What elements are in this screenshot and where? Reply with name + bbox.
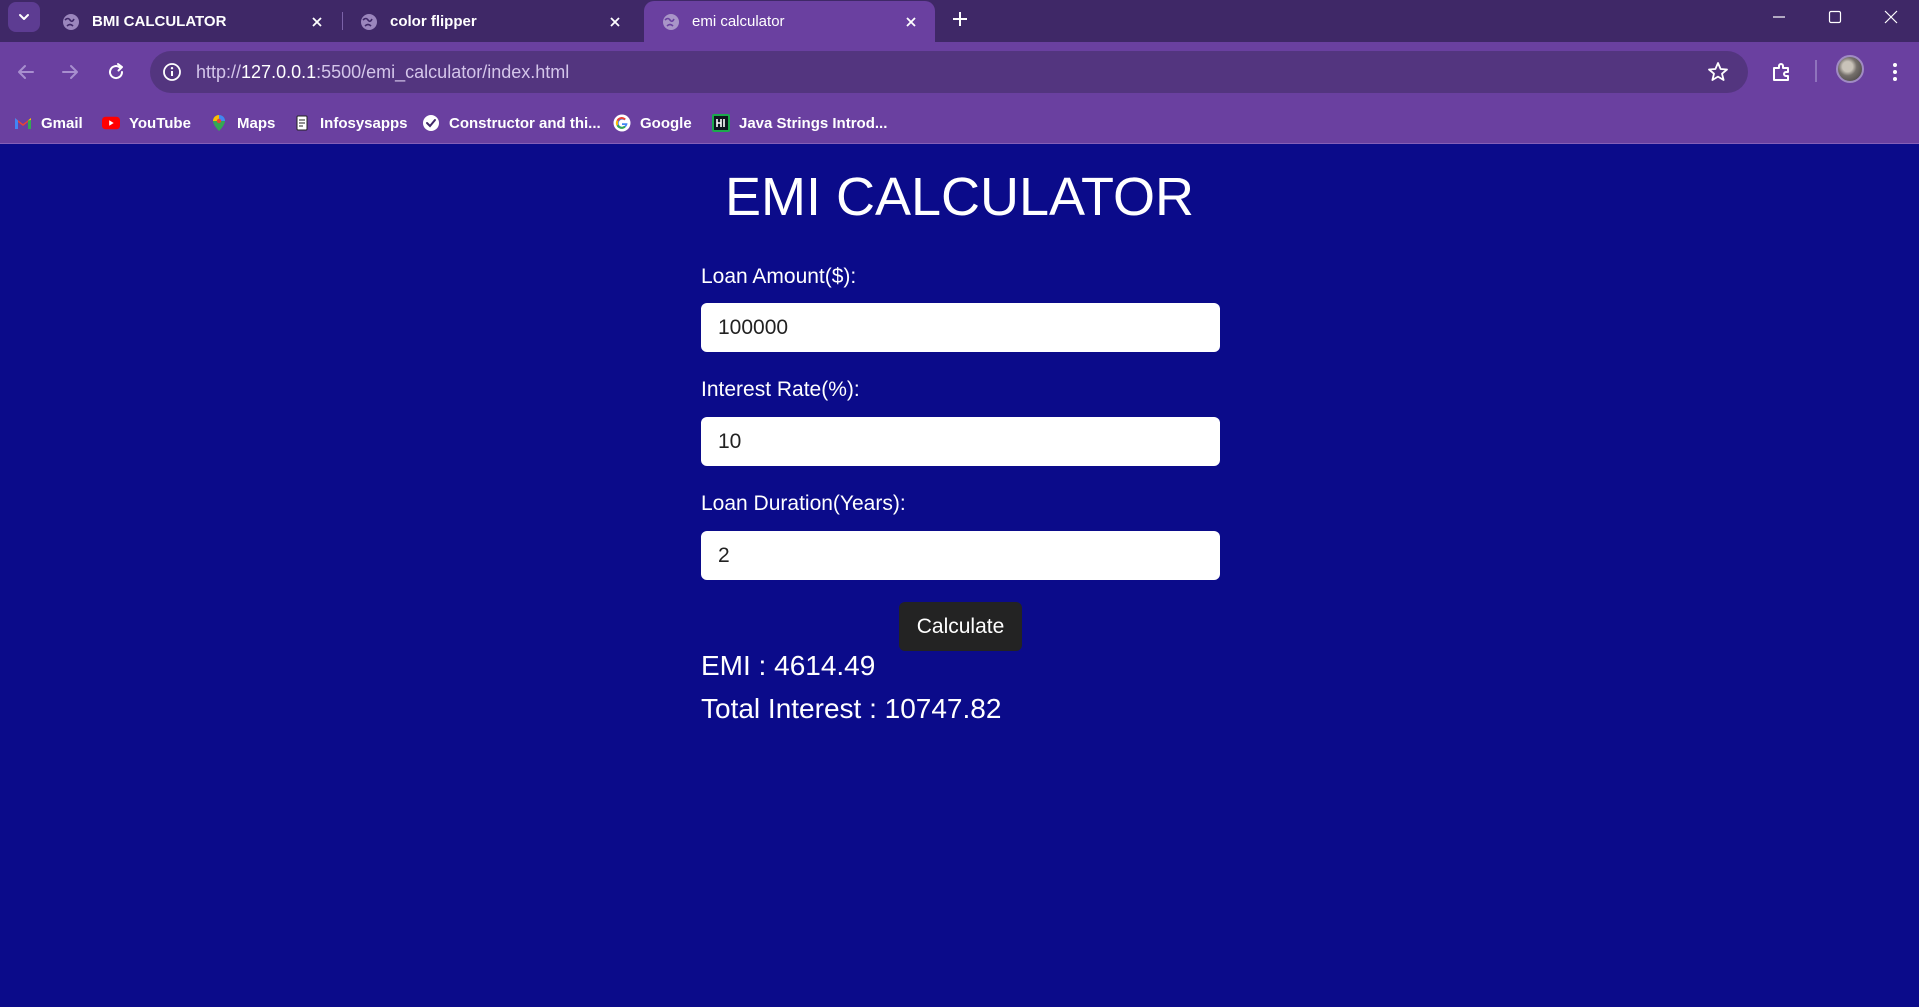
url-scheme: http:// xyxy=(196,62,242,82)
google-icon xyxy=(613,114,631,132)
toolbar-divider xyxy=(1815,60,1817,82)
tab-color-flipper[interactable]: color flipper xyxy=(342,1,639,42)
globe-icon xyxy=(63,13,79,30)
site-info-icon[interactable] xyxy=(160,60,184,84)
page-title: EMI CALCULATOR xyxy=(724,167,1195,227)
gmail-icon xyxy=(14,114,32,132)
bookmark-label: Google xyxy=(640,114,692,132)
loan-amount-input[interactable] xyxy=(701,303,1220,352)
url-host: 127.0.0.1 xyxy=(241,62,317,82)
tab-title: color flipper xyxy=(390,13,477,30)
loan-amount-label: Loan Amount($): xyxy=(701,265,857,288)
tab-strip: BMI CALCULATOR color flipper emi calcula… xyxy=(0,0,1919,42)
page-content: EMI CALCULATOR Loan Amount($): Interest … xyxy=(0,144,1919,1007)
close-icon[interactable] xyxy=(605,12,625,32)
close-icon[interactable] xyxy=(901,12,921,32)
bookmark-gmail[interactable]: Gmail xyxy=(14,111,83,135)
arrow-left-icon xyxy=(18,65,34,79)
close-window-button[interactable] xyxy=(1863,0,1919,34)
total-interest-result: Total Interest : 10747.82 xyxy=(701,693,1002,724)
document-icon xyxy=(293,114,311,132)
bookmark-label: Maps xyxy=(237,114,276,132)
bookmark-label: Constructor and thi... xyxy=(449,114,601,132)
maximize-button[interactable] xyxy=(1807,0,1863,34)
bookmark-label: Java Strings Introd... xyxy=(739,114,888,132)
bookmark-label: Infosysapps xyxy=(320,114,408,132)
maps-icon xyxy=(210,114,228,132)
interest-rate-input[interactable] xyxy=(701,417,1220,466)
new-tab-button[interactable] xyxy=(946,5,974,33)
url-text[interactable]: http://127.0.0.1:5500/emi_calculator/ind… xyxy=(196,62,569,83)
loan-duration-label: Loan Duration(Years): xyxy=(701,492,906,515)
bookmark-constructor[interactable]: Constructor and thi... xyxy=(422,111,601,135)
tab-emi-calculator[interactable]: emi calculator xyxy=(644,1,935,42)
minimize-button[interactable] xyxy=(1751,0,1807,34)
bookmark-label: YouTube xyxy=(129,114,191,132)
bookmark-infosysapps[interactable]: Infosysapps xyxy=(293,111,408,135)
bookmark-java-strings[interactable]: Java Strings Introd... xyxy=(712,111,887,135)
forward-button[interactable] xyxy=(52,54,88,90)
bookmarks-bar: Gmail YouTube Maps Infosysapps Construct… xyxy=(0,102,1919,144)
globe-icon xyxy=(663,13,679,30)
calculate-button[interactable]: Calculate xyxy=(899,602,1022,651)
puzzle-icon xyxy=(1773,63,1789,81)
arrow-right-icon xyxy=(62,65,78,79)
youtube-icon xyxy=(102,114,120,132)
tab-title: emi calculator xyxy=(692,13,785,30)
tab-title: BMI CALCULATOR xyxy=(92,13,227,30)
extensions-button[interactable] xyxy=(1766,56,1798,88)
minimize-icon xyxy=(1773,16,1785,18)
close-icon[interactable] xyxy=(307,12,327,32)
badge-icon xyxy=(422,114,440,132)
loan-duration-input[interactable] xyxy=(701,531,1220,580)
close-icon xyxy=(1884,10,1898,24)
emi-result: EMI : 4614.49 xyxy=(701,650,876,681)
browser-toolbar: http://127.0.0.1:5500/emi_calculator/ind… xyxy=(0,42,1919,102)
tab-bmi-calculator[interactable]: BMI CALCULATOR xyxy=(44,1,341,42)
bookmark-google[interactable]: Google xyxy=(613,111,692,135)
bookmark-maps[interactable]: Maps xyxy=(210,111,275,135)
url-path: :5500/emi_calculator/index.html xyxy=(316,62,570,82)
maximize-icon xyxy=(1828,10,1842,24)
hackerrank-icon xyxy=(712,114,730,132)
menu-button[interactable] xyxy=(1879,56,1911,88)
chevron-down-icon xyxy=(19,14,29,20)
interest-rate-label: Interest Rate(%): xyxy=(701,378,860,401)
plus-icon xyxy=(953,12,967,26)
bookmark-star-icon[interactable] xyxy=(1706,60,1730,84)
bookmark-label: Gmail xyxy=(41,114,83,132)
profile-avatar[interactable] xyxy=(1836,55,1864,83)
bookmark-youtube[interactable]: YouTube xyxy=(102,111,191,135)
back-button[interactable] xyxy=(8,54,44,90)
reload-icon xyxy=(109,63,124,80)
reload-button[interactable] xyxy=(98,54,134,90)
globe-icon xyxy=(361,13,377,30)
tab-search-button[interactable] xyxy=(8,2,40,32)
more-vertical-icon xyxy=(1893,63,1897,81)
address-bar[interactable]: http://127.0.0.1:5500/emi_calculator/ind… xyxy=(150,51,1748,93)
